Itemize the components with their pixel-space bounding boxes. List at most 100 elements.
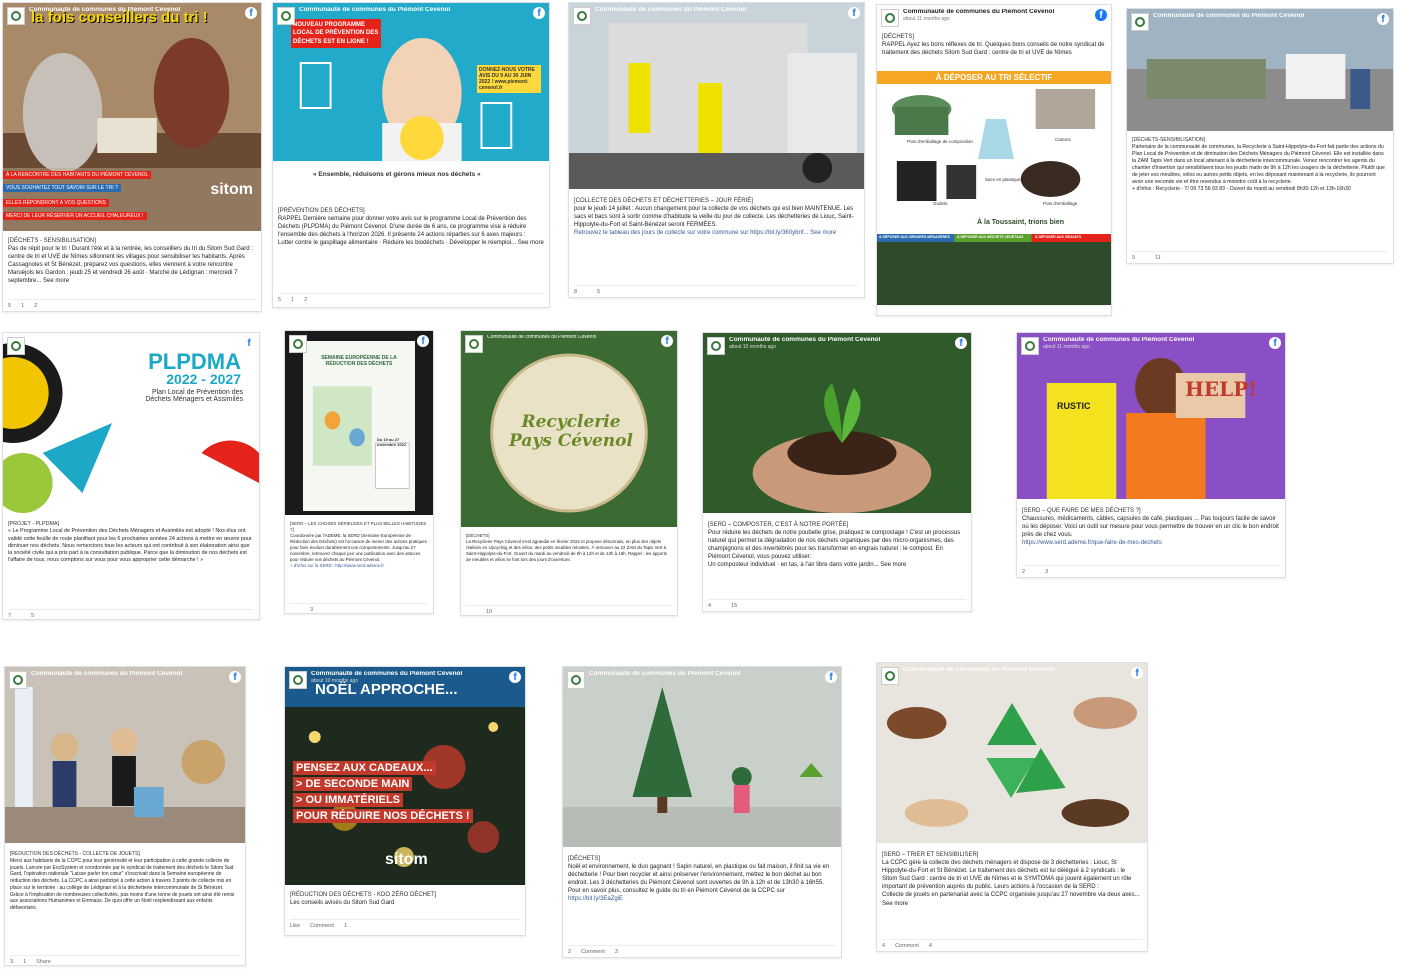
post-image[interactable]: NOËL APPROCHE... PENSEZ AUX CADEAUX... >… xyxy=(285,667,525,885)
post-collecte-jour-ferie[interactable]: Communauté de communes du Piémont Céveno… xyxy=(568,2,865,298)
like-count[interactable]: 8 xyxy=(574,289,577,295)
post-bons-reflexes-tri[interactable]: Communauté de communes du Piémont Céveno… xyxy=(876,4,1112,316)
like-count[interactable]: 7 xyxy=(8,613,11,619)
like-count[interactable]: 3 xyxy=(10,959,13,965)
share-count[interactable]: 15 xyxy=(731,603,737,609)
post-image[interactable]: HELP! RUSTIC xyxy=(1017,333,1285,499)
like-count[interactable]: 4 xyxy=(708,603,711,609)
post-image[interactable]: NOUVEAU PROGRAMME LOCAL DE PRÉVENTION DE… xyxy=(273,3,549,199)
like-count[interactable]: 9 xyxy=(1132,255,1135,261)
post-image[interactable] xyxy=(877,663,1147,843)
page-name[interactable]: Communauté de communes du Piémont Céveno… xyxy=(1153,13,1373,20)
post-programme-local[interactable]: NOUVEAU PROGRAMME LOCAL DE PRÉVENTION DE… xyxy=(272,2,550,308)
comment-count[interactable]: 1 xyxy=(291,297,294,303)
like-count[interactable]: 4 xyxy=(882,943,885,949)
page-avatar[interactable] xyxy=(289,335,307,353)
page-name[interactable]: Communauté de communes du Piémont Céveno… xyxy=(1043,337,1265,344)
post-caption: [DÉCHETS] La Recyclerie Pays Cévenol s'e… xyxy=(466,533,672,563)
post-image[interactable] xyxy=(569,3,864,189)
post-extra[interactable]: https://www.serd.ademe.fr/que-faire-de-m… xyxy=(1022,539,1280,547)
comment-count[interactable]: 1 xyxy=(21,303,24,309)
comment-label[interactable]: Comment xyxy=(895,943,919,949)
facebook-icon: f xyxy=(955,337,967,349)
page-avatar[interactable] xyxy=(881,9,899,27)
post-plpdma[interactable]: PLPDMA 2022 - 2027 Plan Local de Prévent… xyxy=(2,332,260,620)
page-avatar[interactable] xyxy=(707,337,725,355)
page-avatar[interactable] xyxy=(465,335,483,353)
page-name[interactable]: Communauté de communes du Piémont Céveno… xyxy=(29,7,241,14)
post-extra[interactable]: + d'infos sur la SERD : http://www.serd.… xyxy=(290,563,428,569)
post-image[interactable] xyxy=(703,333,971,513)
post-recyclerie-pays-cevenol[interactable]: Recyclerie Pays Cévenol Communauté de co… xyxy=(460,330,678,616)
post-time[interactable]: about 11 months ago xyxy=(1043,344,1265,350)
post-image[interactable]: la fois conseillers du tri ! À LA RENCON… xyxy=(3,3,261,231)
comment-label[interactable]: Comment xyxy=(310,923,334,929)
post-header: Communauté de communes du Piémont Céveno… xyxy=(277,7,545,27)
post-image[interactable]: PLPDMA 2022 - 2027 Plan Local de Prévent… xyxy=(3,333,259,513)
page-avatar[interactable] xyxy=(289,671,307,689)
share-count[interactable]: 5 xyxy=(597,289,600,295)
post-trier-sensibiliser[interactable]: Communauté de communes du Piémont Céveno… xyxy=(876,662,1148,952)
post-que-faire-dechets[interactable]: HELP! RUSTIC Communauté de communes du P… xyxy=(1016,332,1286,578)
post-collecte-jouets[interactable]: Communauté de communes du Piémont Céveno… xyxy=(4,666,246,966)
page-avatar[interactable] xyxy=(7,337,25,355)
comment-label[interactable]: Comment xyxy=(581,949,605,955)
post-caption: [COLLECTE DES DÉCHETS ET DÉCHETTERIES – … xyxy=(574,197,859,237)
page-name[interactable]: Communauté de communes du Piémont Céveno… xyxy=(487,335,657,340)
post-image[interactable] xyxy=(563,667,841,847)
like-count[interactable]: 5 xyxy=(8,303,11,309)
like-count[interactable]: 5 xyxy=(278,297,281,303)
page-avatar[interactable] xyxy=(9,671,27,689)
post-noel-approche[interactable]: NOËL APPROCHE... PENSEZ AUX CADEAUX... >… xyxy=(284,666,526,936)
post-image[interactable] xyxy=(5,667,245,843)
share-count[interactable]: 2 xyxy=(304,297,307,303)
post-time[interactable]: about 10 months ago xyxy=(311,678,505,684)
guide-tri-grid xyxy=(877,89,1111,305)
like-label[interactable]: Like xyxy=(290,923,300,929)
page-name[interactable]: Communauté de communes du Piémont Céveno… xyxy=(729,337,951,344)
post-recyclerie-sensibilisation[interactable]: Communauté de communes du Piémont Céveno… xyxy=(1126,8,1394,264)
page-name[interactable]: Communauté de communes du Piémont Céveno… xyxy=(903,9,1091,16)
page-name[interactable]: Communauté de communes du Piémont Céveno… xyxy=(595,7,844,14)
like-count[interactable]: 2 xyxy=(1022,569,1025,575)
page-avatar[interactable] xyxy=(567,671,585,689)
post-time[interactable]: about 10 months ago xyxy=(729,344,951,350)
post-image[interactable]: Recyclerie Pays Cévenol xyxy=(461,331,677,527)
page-avatar[interactable] xyxy=(7,7,25,25)
post-noel-environnement[interactable]: Communauté de communes du Piémont Céveno… xyxy=(562,666,842,958)
post-composter[interactable]: Communauté de communes du Piémont Céveno… xyxy=(702,332,972,612)
post-tag: [PRÉVENTION DES DÉCHETS] xyxy=(278,208,365,214)
page-name[interactable]: Communauté de communes du Piémont Céveno… xyxy=(589,671,821,678)
share-count[interactable]: 5 xyxy=(31,613,34,619)
page-avatar[interactable] xyxy=(573,7,591,25)
post-image[interactable]: À DÉPOSER AU TRI SÉLECTIF Pots d'emballa… xyxy=(877,69,1111,305)
page-name[interactable]: Communauté de communes du Piémont Céveno… xyxy=(311,671,505,678)
page-avatar[interactable] xyxy=(1021,337,1039,355)
share-label[interactable]: Share xyxy=(36,959,51,965)
post-caption: [DÉCHETS] RAPPEL Ayez les bons réflexes … xyxy=(882,33,1106,57)
post-time[interactable]: about 11 months ago xyxy=(903,16,1091,22)
like-count[interactable]: 2 xyxy=(568,949,571,955)
post-extra[interactable]: https://bit.ly/3EaZgiE xyxy=(568,895,836,903)
page-avatar[interactable] xyxy=(277,7,295,25)
comment-count[interactable]: 1 xyxy=(23,959,26,965)
share-count[interactable]: 2 xyxy=(34,303,37,309)
page-avatar[interactable] xyxy=(881,667,899,685)
post-serd-habitudes[interactable]: SEMAINE EUROPÉENNE DE LA RÉDUCTION DES D… xyxy=(284,330,434,614)
share-count[interactable]: 11 xyxy=(1155,255,1161,261)
share-count[interactable]: 10 xyxy=(486,609,492,615)
page-name[interactable]: Communauté de communes du Piémont Céveno… xyxy=(29,337,239,344)
page-avatar[interactable] xyxy=(1131,13,1149,31)
share-count[interactable]: 3 xyxy=(1045,569,1048,575)
page-name[interactable]: Communauté de communes du Piémont Céveno… xyxy=(903,667,1127,674)
post-image[interactable]: SEMAINE EUROPÉENNE DE LA RÉDUCTION DES D… xyxy=(285,331,433,515)
share-count[interactable]: 3 xyxy=(615,949,618,955)
post-body: Noël et environnement, le duo gagnant ! … xyxy=(568,864,830,895)
page-name[interactable]: Communauté de communes du Piémont Céveno… xyxy=(299,7,529,14)
post-conseillers-tri[interactable]: la fois conseillers du tri ! À LA RENCON… xyxy=(2,2,262,312)
share-count[interactable]: 4 xyxy=(929,943,932,949)
post-extra[interactable]: Retrouvez le tableau des jours de collec… xyxy=(574,229,859,237)
share-count[interactable]: 1 xyxy=(344,923,347,929)
share-count[interactable]: 3 xyxy=(310,607,313,613)
page-name[interactable]: Communauté de communes du Piémont Céveno… xyxy=(31,671,225,678)
